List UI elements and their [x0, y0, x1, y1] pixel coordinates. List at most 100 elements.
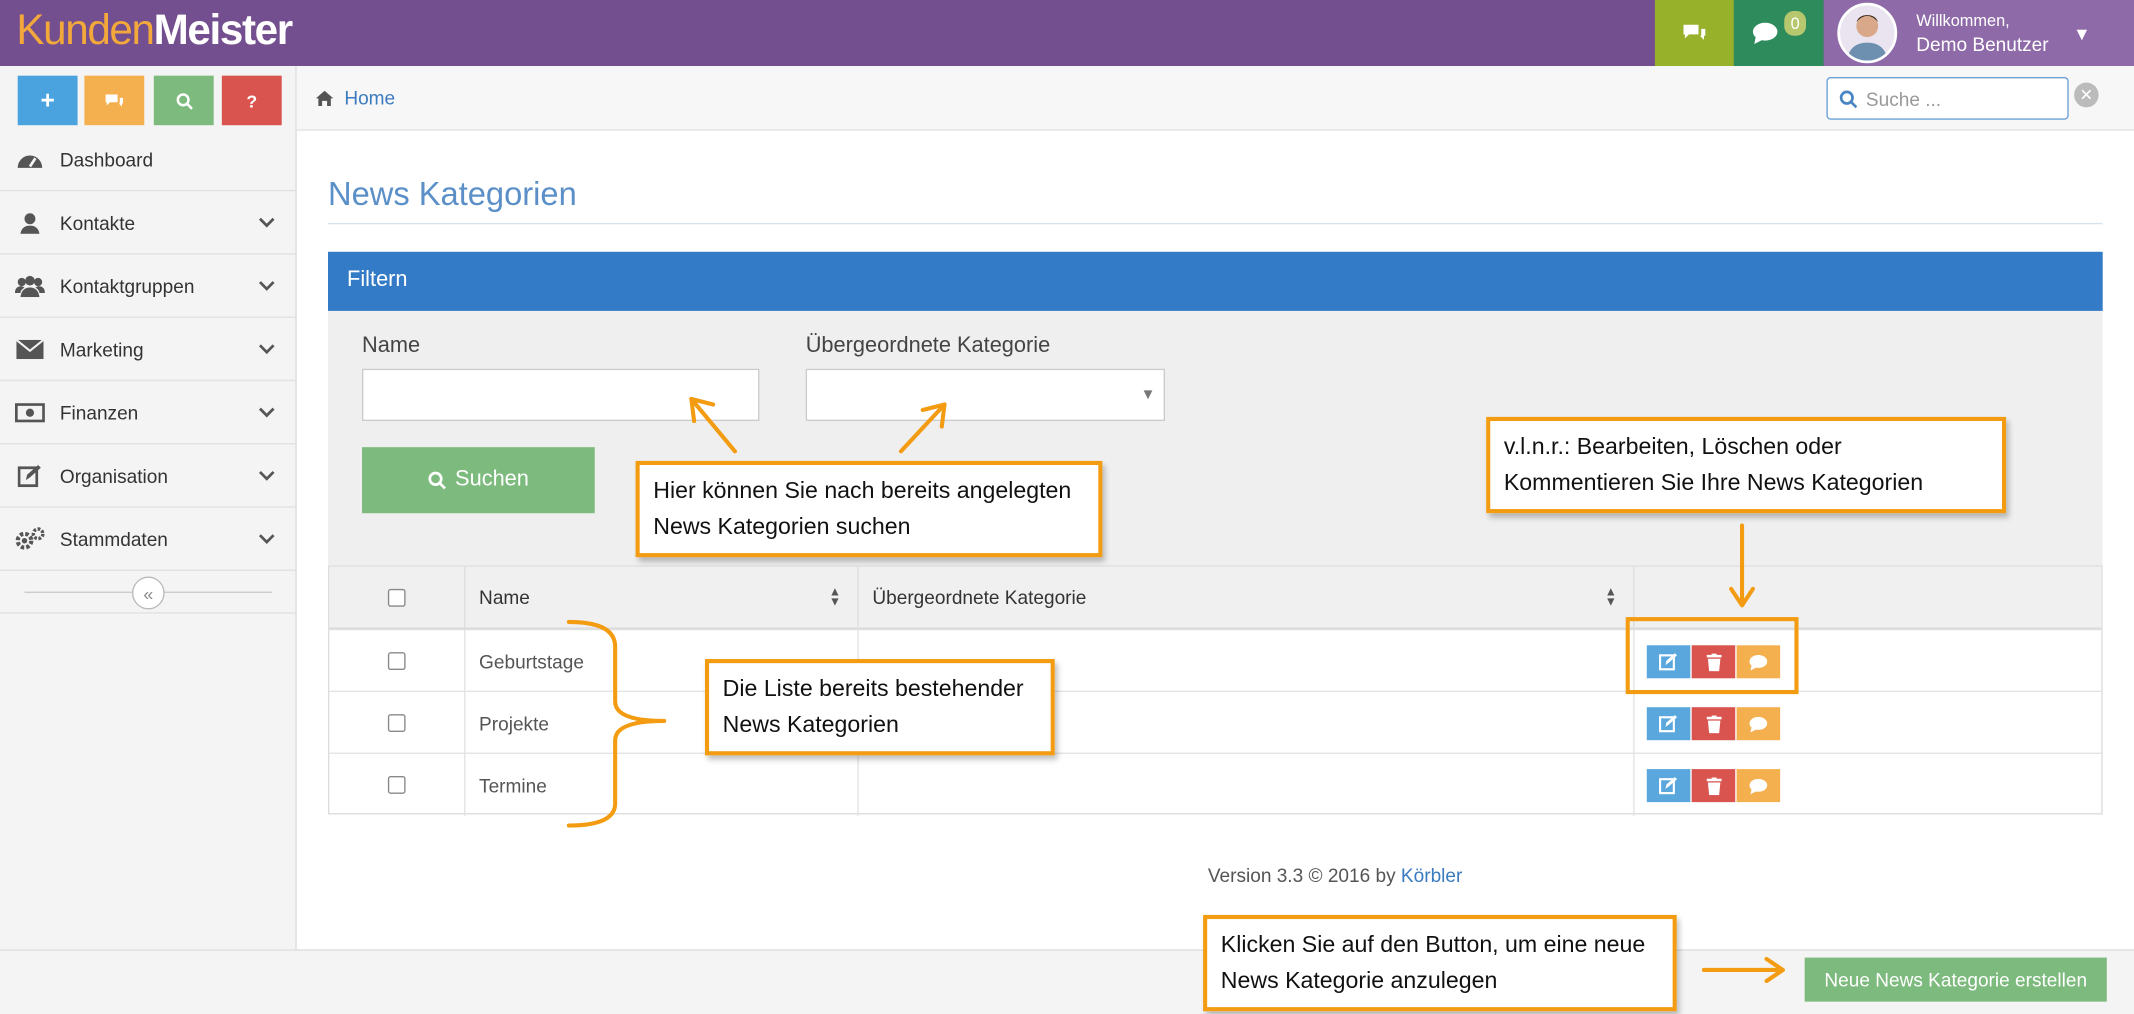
edit-button[interactable]	[1646, 769, 1691, 803]
sidebar-item-dashboard[interactable]: Dashboard	[0, 128, 297, 192]
name-label: Name	[362, 334, 421, 358]
comment-button[interactable]	[1736, 645, 1781, 679]
trash-icon	[1705, 714, 1721, 733]
collapse-sidebar-icon[interactable]: «	[132, 576, 165, 610]
breadcrumb-home-link[interactable]: Home	[344, 87, 395, 109]
delete-button[interactable]	[1691, 769, 1736, 803]
welcome-text: Willkommen,	[1916, 11, 2010, 31]
sidebar-item-organisation[interactable]: Organisation	[0, 444, 297, 508]
list-hint-callout: Die Liste bereits bestehender News Kateg…	[704, 659, 1055, 756]
search-input[interactable]	[1865, 87, 2057, 110]
search-icon	[1839, 89, 1858, 108]
parent-column-header[interactable]: Übergeordnete Kategorie ▲ ▼	[858, 566, 1635, 631]
version-text: Version 3.3 © 2016 by Körbler	[1207, 864, 1463, 887]
money-icon	[14, 402, 45, 422]
new-category-button[interactable]: Neue News Kategorie erstellen	[1804, 957, 2107, 1002]
sidebar-item-stammdaten[interactable]: Stammdaten	[0, 508, 297, 571]
search-hint-callout: Hier können Sie nach bereits angelegten …	[635, 460, 1103, 558]
breadcrumb: Home	[315, 87, 395, 109]
chat-button[interactable]	[1654, 0, 1734, 67]
vendor-link[interactable]: Körbler	[1401, 864, 1462, 886]
row-checkbox[interactable]	[387, 652, 406, 671]
select-all-checkbox[interactable]	[387, 588, 406, 607]
caret-down-icon: ▼	[2073, 22, 2091, 44]
page-title: News Kategorien	[327, 176, 577, 214]
users-icon	[14, 275, 45, 297]
row-name: Termine	[465, 753, 859, 816]
trash-icon	[1705, 652, 1721, 671]
actions-hint-callout: v.l.n.r.: Bearbeiten, Löschen oder Komme…	[1486, 416, 2007, 514]
comment-button[interactable]	[1736, 769, 1781, 803]
sidebar-item-kontakte[interactable]: Kontakte	[0, 191, 297, 255]
title-divider	[327, 222, 2103, 225]
select-all-header	[329, 566, 466, 631]
edit-icon	[1659, 715, 1678, 733]
trash-icon	[1705, 776, 1721, 795]
app-window: KundenMeister 0 Willkommen, Demo Benutze…	[0, 0, 2134, 1014]
sort-icon: ▲ ▼	[1604, 584, 1617, 609]
sidebar-collapse: «	[0, 572, 297, 614]
edit-button[interactable]	[1646, 645, 1691, 679]
user-name: Demo Benutzer	[1916, 33, 2049, 56]
button-hint-callout: Klicken Sie auf den Button, um eine neue…	[1203, 914, 1677, 1012]
chevron-down-icon	[258, 470, 275, 481]
sidebar-item-marketing[interactable]: Marketing	[0, 318, 297, 382]
clear-search-icon[interactable]: ✕	[2074, 82, 2099, 108]
sidebar: + ? Dashboard Kontakte Kontaktgruppen Ma…	[0, 66, 297, 950]
chevron-down-icon	[258, 280, 275, 291]
messages-button[interactable]: 0	[1733, 0, 1824, 67]
comments-icon	[105, 93, 124, 106]
categories-table: Name ▲ ▼ Übergeordnete Kategorie ▲ ▼ Geburts…	[327, 565, 2103, 816]
row-checkbox[interactable]	[387, 775, 406, 794]
table-row: Geburtstage	[329, 630, 2102, 693]
edit-button[interactable]	[1646, 707, 1691, 741]
breadcrumb-bar: Home ✕	[296, 66, 2134, 131]
quick-search-button[interactable]	[153, 75, 214, 126]
envelope-icon	[16, 339, 44, 359]
sidebar-item-finanzen[interactable]: Finanzen	[0, 381, 297, 445]
help-icon: ?	[246, 90, 258, 111]
row-parent	[859, 753, 1635, 816]
search-button[interactable]: Suchen	[362, 447, 595, 514]
search-box[interactable]	[1826, 77, 2069, 120]
cogs-icon	[15, 526, 45, 549]
table-row: Projekte	[329, 692, 2102, 754]
quick-add-button[interactable]: +	[17, 75, 78, 126]
comments-icon	[1683, 24, 1706, 40]
table-row: Termine	[329, 753, 2101, 816]
logo[interactable]: KundenMeister	[16, 4, 293, 56]
comment-icon	[1749, 716, 1768, 732]
name-column-header[interactable]: Name ▲ ▼	[465, 566, 859, 631]
dashboard-icon	[17, 154, 43, 168]
quick-help-button[interactable]: ?	[221, 75, 282, 126]
top-bar: KundenMeister 0 Willkommen, Demo Benutze…	[0, 0, 2134, 67]
name-input[interactable]	[362, 368, 760, 422]
message-count-badge: 0	[1783, 11, 1807, 36]
chevron-down-icon	[258, 533, 275, 544]
parent-category-label: Übergeordnete Kategorie	[805, 334, 1051, 358]
quick-comments-button[interactable]	[84, 75, 145, 126]
plus-icon: +	[40, 85, 55, 114]
search-icon	[175, 92, 193, 110]
sidebar-item-kontaktgruppen[interactable]: Kontaktgruppen	[0, 255, 297, 318]
user-icon	[20, 212, 40, 234]
sort-icon: ▲ ▼	[828, 584, 842, 609]
avatar	[1837, 2, 1898, 64]
caret-down-icon: ▼	[1140, 386, 1156, 404]
comment-button[interactable]	[1736, 707, 1781, 741]
chevron-down-icon	[258, 343, 275, 354]
user-menu[interactable]: Willkommen, Demo Benutzer ▼	[1823, 0, 2134, 67]
parent-category-select[interactable]: ▼	[805, 368, 1165, 422]
delete-button[interactable]	[1691, 707, 1736, 741]
comment-icon	[1749, 778, 1768, 794]
comment-icon	[1749, 654, 1768, 670]
edit-icon	[1659, 653, 1678, 671]
actions-column-header	[1634, 566, 2102, 631]
edit-icon	[17, 464, 41, 487]
comment-icon	[1752, 22, 1777, 45]
home-icon	[315, 90, 334, 106]
filter-panel-heading: Filtern	[327, 251, 2103, 311]
delete-button[interactable]	[1691, 645, 1736, 679]
row-checkbox[interactable]	[387, 714, 406, 732]
edit-icon	[1659, 777, 1678, 795]
